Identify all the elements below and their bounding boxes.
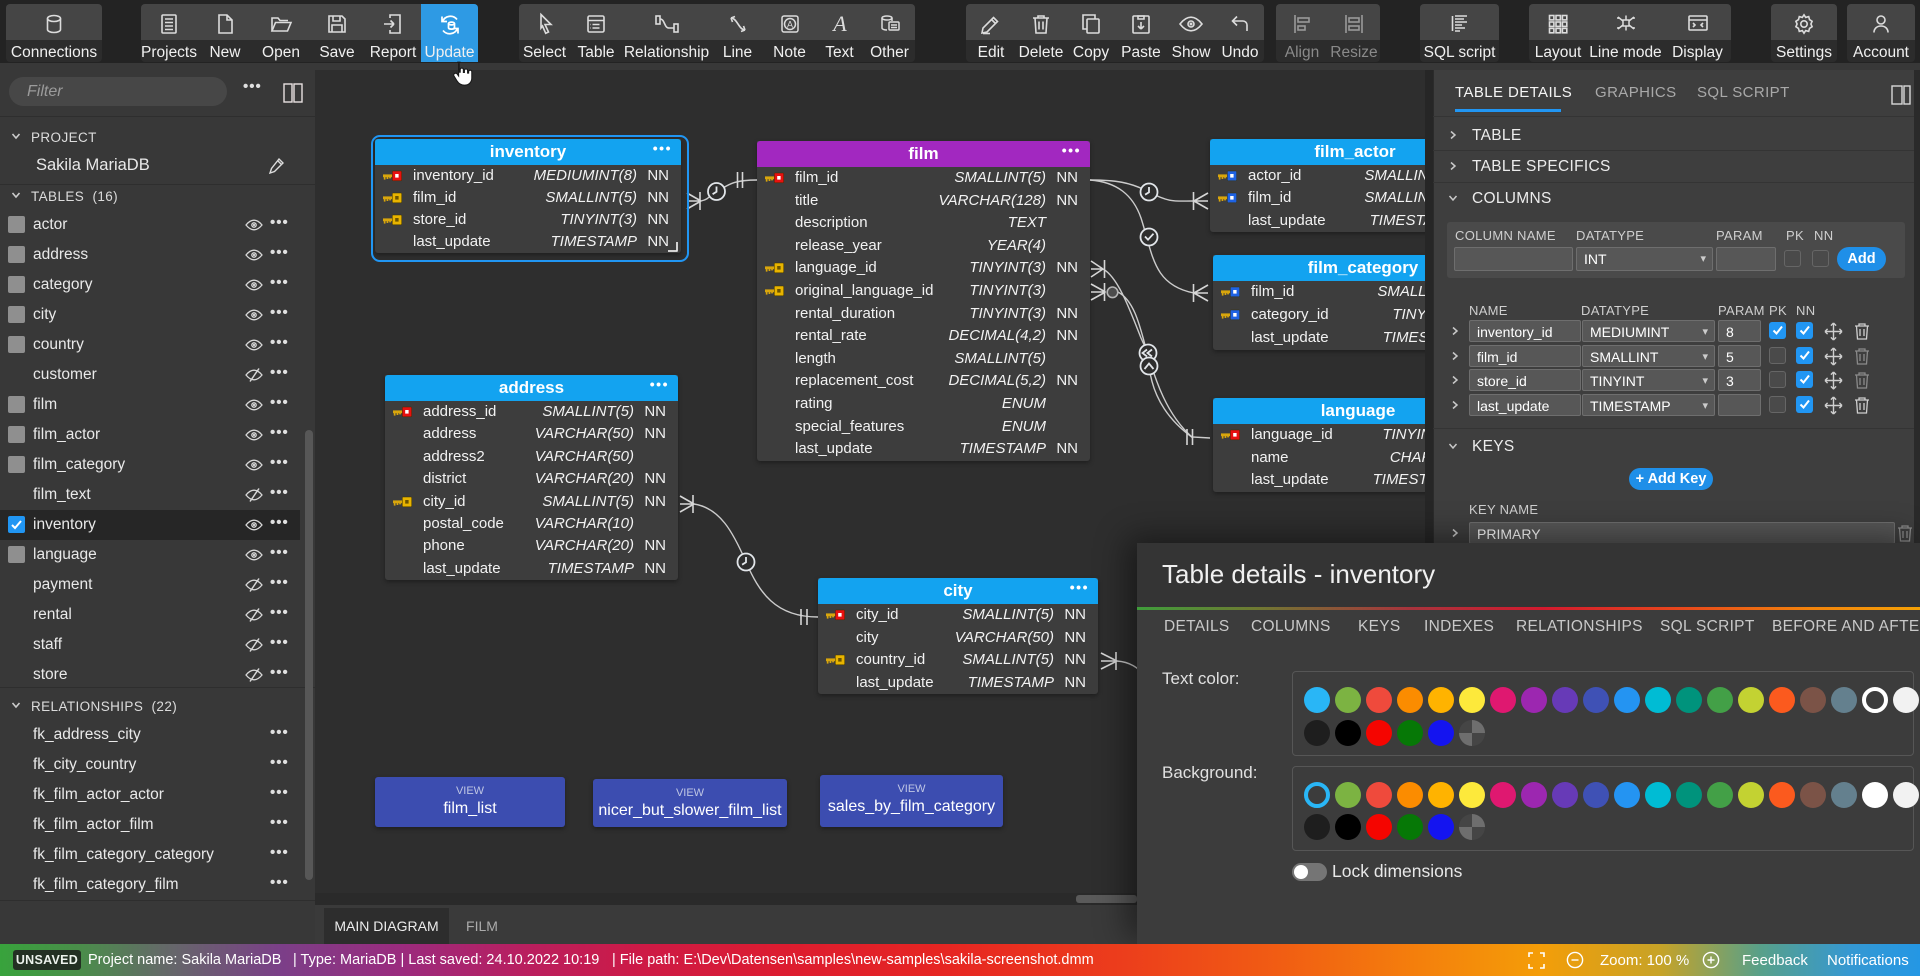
svg-text:A: A: [786, 20, 792, 30]
svg-text:A: A: [831, 12, 847, 36]
